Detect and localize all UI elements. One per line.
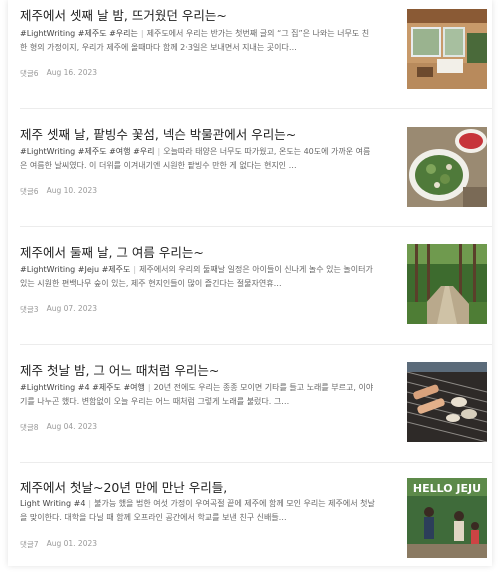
comment-count: 댓글6 — [20, 187, 39, 196]
post-card[interactable]: 제주에서 셋째 날 밤, 뜨거웠던 우리는~ #LightWriting #제주… — [8, 0, 492, 118]
separator: | — [88, 499, 92, 508]
post-meta: 댓글7 Aug 01. 2023 — [20, 539, 97, 550]
post-tags[interactable]: Light Writing #4 — [20, 499, 85, 508]
house-interior-photo[interactable] — [407, 9, 487, 89]
post-meta: 댓글6 Aug 10. 2023 — [20, 186, 97, 197]
post-card[interactable]: 제주에서 첫날~20년 만에 만난 우리들, Light Writing #4 |… — [8, 462, 492, 580]
post-card[interactable]: 제주 첫날 밤, 그 어느 때처럼 우리는~ #LightWriting #4 … — [8, 344, 492, 462]
post-divider — [20, 226, 492, 227]
barbecue-grill-photo[interactable] — [407, 362, 487, 442]
post-title[interactable]: 제주 첫날 밤, 그 어느 때처럼 우리는~ — [20, 360, 376, 379]
post-summary: Light Writing #4 | 불가능 했을 법한 여섯 가정이 우여곡절 끝… — [20, 497, 376, 525]
comment-count: 댓글3 — [20, 305, 39, 314]
post-title[interactable]: 제주 셋째 날, 팥빙수 꽃섬, 넥슨 박물관에서 우리는~ — [20, 124, 376, 143]
post-tags[interactable]: #LightWriting #Jeju #제주도 — [20, 265, 130, 274]
hello-jeju-sign: HELLO JEJU — [413, 482, 481, 495]
post-summary: #LightWriting #4 #제주도 #여행 | 20년 전에도 우리는 종종… — [20, 381, 376, 409]
separator: | — [157, 147, 161, 156]
post-date: Aug 16. 2023 — [46, 68, 98, 77]
comment-count: 댓글7 — [20, 540, 39, 549]
post-date: Aug 07. 2023 — [46, 304, 98, 313]
post-date: Aug 10. 2023 — [46, 186, 98, 195]
post-meta: 댓글3 Aug 07. 2023 — [20, 304, 97, 315]
post-summary: #LightWriting #Jeju #제주도 | 제주에서의 우리의 둘째날 일… — [20, 263, 376, 291]
post-summary: #LightWriting #제주도 #여행 #우리 | 오늘따라 태양은 너무도 … — [20, 145, 376, 173]
post-meta: 댓글6 Aug 16. 2023 — [20, 68, 97, 79]
post-tags[interactable]: #LightWriting #4 #제주도 #여행 — [20, 383, 145, 392]
post-title[interactable]: 제주에서 셋째 날 밤, 뜨거웠던 우리는~ — [20, 5, 376, 24]
post-title[interactable]: 제주에서 첫날~20년 만에 만난 우리들, — [20, 477, 376, 496]
post-divider — [20, 462, 492, 463]
post-meta: 댓글8 Aug 04. 2023 — [20, 422, 97, 433]
post-card[interactable]: 제주에서 둘째 날, 그 여름 우리는~ #LightWriting #Jeju… — [8, 226, 492, 344]
post-divider — [20, 344, 492, 345]
post-tags[interactable]: #LightWriting #제주도 #여행 #우리 — [20, 147, 155, 156]
separator: | — [147, 383, 151, 392]
comment-count: 댓글8 — [20, 423, 39, 432]
hello-jeju-photo[interactable]: HELLO JEJU — [407, 478, 487, 558]
comment-count: 댓글6 — [20, 69, 39, 78]
post-feed: 제주에서 셋째 날 밤, 뜨거웠던 우리는~ #LightWriting #제주… — [8, 0, 492, 566]
post-date: Aug 01. 2023 — [46, 539, 98, 548]
post-title[interactable]: 제주에서 둘째 날, 그 여름 우리는~ — [20, 242, 376, 261]
post-summary: #LightWriting #제주도 #우리는 | 제주도에서 우리는 반가는 첫번… — [20, 27, 376, 55]
post-tags[interactable]: #LightWriting #제주도 #우리는 — [20, 29, 138, 38]
post-divider — [20, 108, 492, 109]
separator: | — [140, 29, 144, 38]
forest-path-photo[interactable] — [407, 244, 487, 324]
separator: | — [133, 265, 137, 274]
post-date: Aug 04. 2023 — [46, 422, 98, 431]
food-salad-photo[interactable] — [407, 127, 487, 207]
post-card[interactable]: 제주 셋째 날, 팥빙수 꽃섬, 넥슨 박물관에서 우리는~ #LightWri… — [8, 108, 492, 226]
